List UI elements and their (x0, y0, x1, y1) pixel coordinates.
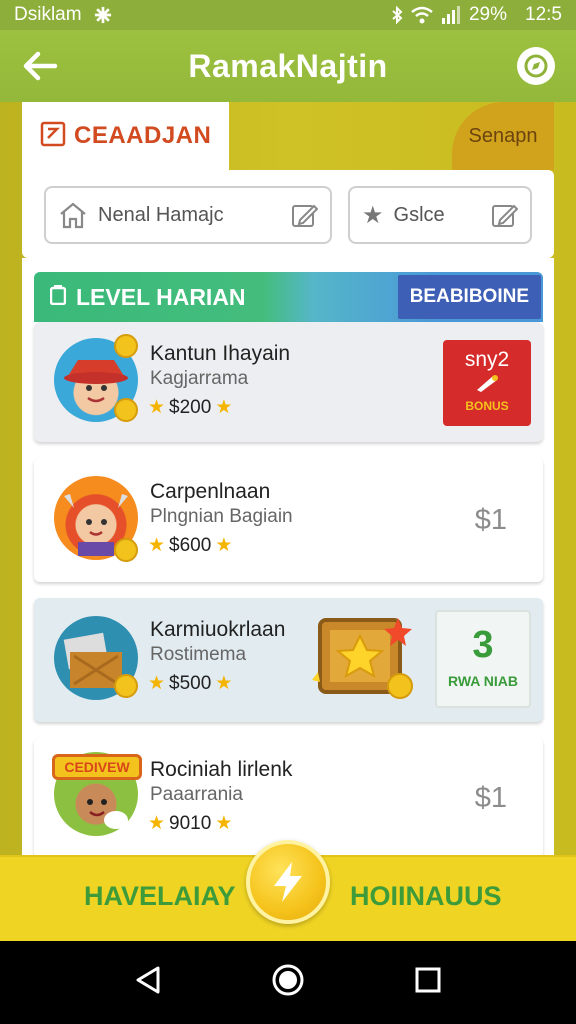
triangle-back-icon (136, 966, 160, 994)
signal-icon (441, 6, 461, 24)
tab-secondary-label: Senapn (468, 124, 538, 147)
battery-label: 29% (468, 4, 508, 25)
item-right-price: $1 (474, 504, 507, 536)
promo-label: RWA NIAB (448, 673, 518, 689)
name-filter-value: Nenal Hamajc (98, 203, 224, 226)
document-icon (49, 284, 67, 311)
list-item[interactable]: Kantun Ihayain Kagjarrama ★ $200 ★ sny2 … (34, 322, 543, 442)
avatar-banner: CEDIVEW (52, 754, 142, 780)
promo-top-label: sny2 (464, 348, 510, 371)
item-name: Rociniah lirlenk (150, 758, 293, 781)
wifi-icon (411, 6, 433, 24)
compass-icon (524, 54, 548, 78)
star-icon: ★ (215, 813, 233, 834)
item-price-value: $600 (169, 534, 212, 556)
carrier-label: Dsiklam (14, 4, 82, 25)
edit-icon (292, 204, 318, 227)
star-icon: ★ (215, 673, 233, 694)
tab-active[interactable]: CEAADJAN (22, 102, 229, 170)
star-icon: ★ (148, 673, 166, 694)
category-filter-value: Gslce (393, 203, 445, 226)
star-icon: ★ (148, 813, 166, 834)
coin-icon (114, 674, 138, 698)
home-icon (60, 202, 86, 229)
item-subtitle: Plngnian Bagiain (150, 506, 293, 527)
treasure-chest-icon (306, 610, 416, 706)
item-subtitle: Rostimema (150, 644, 247, 665)
app-bar: RamakNajtin (0, 30, 576, 102)
back-button[interactable] (0, 30, 80, 102)
item-price-value: 9010 (169, 812, 212, 834)
arrow-left-icon (23, 51, 58, 81)
bluetooth-icon (391, 6, 403, 24)
item-name: Carpenlnaan (150, 480, 271, 503)
item-price-value: $500 (169, 672, 212, 694)
system-nav-bar (0, 941, 576, 1024)
clock-label: 12:5 (525, 4, 562, 25)
category-filter-field[interactable]: ★ Gslce (348, 186, 532, 244)
nav-back-button[interactable] (134, 965, 162, 1000)
coin-icon (114, 398, 138, 422)
star-icon: ★ (215, 535, 233, 556)
calendar-icon (40, 121, 66, 152)
item-price: ★ $600 ★ (148, 534, 232, 557)
rocket-icon (477, 375, 498, 392)
item-name: Karmiuokrlaan (150, 618, 286, 641)
square-recents-icon (415, 967, 441, 993)
status-bar: Dsiklam 29% 12:5 (0, 0, 576, 30)
star-icon: ★ (362, 201, 384, 229)
item-subtitle: Paaarrania (150, 784, 243, 805)
nav-home-button[interactable] (271, 963, 305, 1002)
tab-active-label: CEAADJAN (74, 122, 212, 149)
name-filter-field[interactable]: Nenal Hamajc (44, 186, 332, 244)
circle-home-icon (272, 964, 304, 996)
bottom-left-button[interactable]: HAVELAIAY (84, 881, 236, 912)
item-name: Kantun Ihayain (150, 342, 291, 365)
item-subtitle: Kagjarrama (150, 368, 249, 389)
lightning-icon (274, 862, 302, 902)
filter-card: Nenal Hamajc ★ Gslce (22, 170, 554, 258)
edit-icon (492, 204, 518, 227)
page-title: RamakNajtin (188, 47, 388, 84)
item-price: ★ 9010 ★ (148, 812, 232, 835)
item-price: ★ $500 ★ (148, 672, 232, 695)
list-item[interactable]: Karmiuokrlaan Rostimema ★ $500 ★ 3 RWA N… (34, 598, 543, 722)
promo-button[interactable]: sny2 BONUS (443, 340, 531, 426)
star-icon: ★ (215, 397, 233, 418)
item-price: ★ $200 ★ (148, 396, 232, 419)
item-price-value: $200 (169, 396, 212, 418)
level-badge-label: BEABIBOINE (409, 286, 529, 307)
bottom-right-button[interactable]: HOIINAUUS (350, 881, 502, 912)
nav-recents-button[interactable] (414, 966, 442, 999)
explore-button[interactable] (496, 30, 576, 102)
level-badge-button[interactable]: BEABIBOINE (397, 275, 541, 319)
coin-icon (114, 538, 138, 562)
list-item[interactable]: Carpenlnaan Plngnian Bagiain ★ $600 ★ $1 (34, 458, 543, 582)
settings-gear-icon (94, 6, 112, 24)
promo-button[interactable]: 3 RWA NIAB (435, 610, 531, 708)
boost-button[interactable] (246, 840, 330, 924)
level-title: LEVEL HARIAN (76, 283, 246, 310)
coin-icon (114, 334, 138, 358)
promo-bottom-label: BONUS (465, 399, 509, 413)
promo-number: 3 (472, 624, 494, 666)
star-icon: ★ (148, 397, 166, 418)
level-header: LEVEL HARIAN BEABIBOINE (34, 272, 543, 322)
item-right-price: $1 (474, 782, 507, 814)
star-icon: ★ (148, 535, 166, 556)
